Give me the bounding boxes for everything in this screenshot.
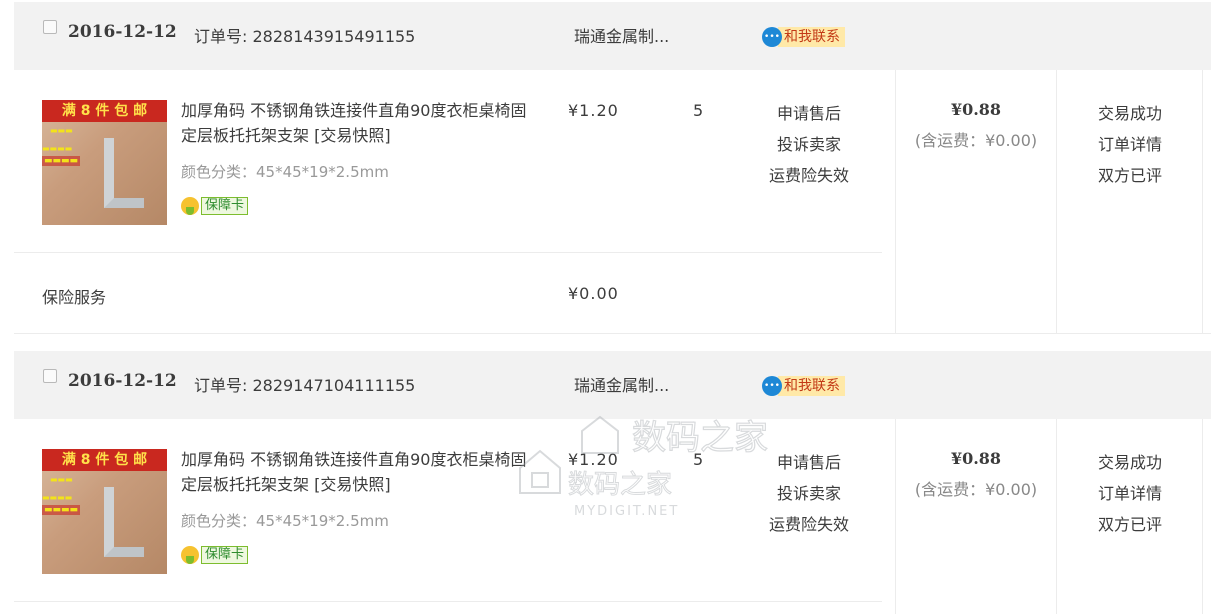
total-amount: ¥0.88 (950, 449, 1002, 468)
shop-name-link[interactable]: 瑞通金属制... (574, 372, 669, 396)
order-total: ¥0.88 (含运费：¥0.00) (896, 449, 1056, 500)
product-title-link[interactable]: 加厚角码 不锈钢角铁连接件直角90度衣柜桌椅固定层板托托架支架 [交易快照] (181, 447, 531, 497)
product-thumbnail[interactable]: 满 8 件 包 邮 ▬▬▬ ▬▬▬▬ ▬▬▬▬ (42, 449, 167, 574)
chat-bubble-icon: ••• (762, 376, 782, 396)
insurance-service-price: ¥0.00 (568, 284, 619, 303)
order-status: 交易成功 订单详情 双方已评 (1060, 98, 1200, 191)
quantity: 5 (693, 450, 704, 469)
order-date: 2016-12-12 (68, 22, 177, 42)
product-thumbnail[interactable]: 满 8 件 包 邮 ▬▬▬ ▬▬▬▬ ▬▬▬▬ (42, 100, 167, 225)
thumbnail-banner: 满 8 件 包 邮 (42, 449, 167, 471)
thumbnail-decoration: ▬▬▬▬ (42, 493, 73, 502)
order-detail-link[interactable]: 订单详情 (1060, 129, 1200, 160)
contact-seller-button[interactable]: ••• 和我联系 (762, 375, 845, 397)
product-spec: 颜色分类：45*45*19*2.5mm (181, 512, 389, 530)
complain-seller-link[interactable]: 投诉卖家 (744, 129, 874, 160)
divider (1202, 419, 1203, 614)
contact-seller-label: 和我联系 (778, 376, 845, 396)
unit-price: ¥1.20 (568, 101, 619, 120)
bracket-image-icon (104, 138, 144, 208)
divider (14, 601, 882, 602)
thumbnail-decoration: ▬▬▬ (50, 126, 73, 135)
product-title-link[interactable]: 加厚角码 不锈钢角铁连接件直角90度衣柜桌椅固定层板托托架支架 [交易快照] (181, 98, 531, 148)
order-detail-link[interactable]: 订单详情 (1060, 478, 1200, 509)
shipping-insurance-status: 运费险失效 (768, 166, 849, 185)
divider (1202, 70, 1203, 334)
shipping-fee: (含运费：¥0.00) (914, 131, 1038, 150)
order-checkbox[interactable] (43, 20, 57, 34)
guarantee-icon (181, 197, 199, 215)
divider (1056, 70, 1057, 334)
thumbnail-decoration: ▬▬▬▬ (42, 505, 81, 515)
thumbnail-banner: 满 8 件 包 邮 (42, 100, 167, 122)
order-number: 订单号: 2829147104111155 (194, 376, 416, 395)
guarantee-badge[interactable]: 保障卡 (181, 546, 249, 564)
complain-seller-link[interactable]: 投诉卖家 (744, 478, 874, 509)
contact-seller-button[interactable]: ••• 和我联系 (762, 26, 845, 48)
after-sale-link[interactable]: 申请售后 (744, 447, 874, 478)
thumbnail-decoration: ▬▬▬ (50, 475, 73, 484)
insurance-service-label: 保险服务 (42, 288, 107, 307)
order-body: 满 8 件 包 邮 ▬▬▬ ▬▬▬▬ ▬▬▬▬ 加厚角码 不锈钢角铁连接件直角9… (14, 419, 1211, 614)
bracket-image-icon (104, 487, 144, 557)
shipping-insurance-status: 运费险失效 (768, 515, 849, 534)
item-actions: 申请售后 投诉卖家 运费险失效 (744, 98, 874, 191)
quantity: 5 (693, 101, 704, 120)
after-sale-link[interactable]: 申请售后 (744, 98, 874, 129)
total-amount: ¥0.88 (950, 100, 1002, 119)
contact-seller-label: 和我联系 (778, 27, 845, 47)
order-header: 2016-12-12 订单号: 2828143915491155 瑞通金属制..… (14, 2, 1211, 70)
order-date: 2016-12-12 (68, 371, 177, 391)
guarantee-label: 保障卡 (201, 197, 249, 215)
review-status: 双方已评 (1097, 166, 1162, 185)
divider (14, 252, 882, 253)
item-actions: 申请售后 投诉卖家 运费险失效 (744, 447, 874, 540)
status-text: 交易成功 (1097, 453, 1162, 472)
thumbnail-decoration: ▬▬▬▬ (42, 144, 73, 153)
order-total: ¥0.88 (含运费：¥0.00) (896, 100, 1056, 151)
guarantee-label: 保障卡 (201, 546, 249, 564)
order-card: 2016-12-12 订单号: 2829147104111155 瑞通金属制..… (14, 351, 1211, 614)
guarantee-badge[interactable]: 保障卡 (181, 197, 249, 215)
order-status: 交易成功 订单详情 双方已评 (1060, 447, 1200, 540)
order-body: 满 8 件 包 邮 ▬▬▬ ▬▬▬▬ ▬▬▬▬ 加厚角码 不锈钢角铁连接件直角9… (14, 70, 1211, 334)
chat-bubble-icon: ••• (762, 27, 782, 47)
guarantee-icon (181, 546, 199, 564)
shipping-fee: (含运费：¥0.00) (914, 480, 1038, 499)
divider (14, 333, 1211, 334)
divider (1056, 419, 1057, 614)
order-card: 2016-12-12 订单号: 2828143915491155 瑞通金属制..… (14, 2, 1211, 334)
shop-name-link[interactable]: 瑞通金属制... (574, 23, 669, 47)
status-text: 交易成功 (1097, 104, 1162, 123)
order-number: 订单号: 2828143915491155 (194, 27, 416, 46)
thumbnail-decoration: ▬▬▬▬ (42, 156, 81, 166)
order-header: 2016-12-12 订单号: 2829147104111155 瑞通金属制..… (14, 351, 1211, 419)
review-status: 双方已评 (1097, 515, 1162, 534)
product-spec: 颜色分类：45*45*19*2.5mm (181, 163, 389, 181)
unit-price: ¥1.20 (568, 450, 619, 469)
order-checkbox[interactable] (43, 369, 57, 383)
